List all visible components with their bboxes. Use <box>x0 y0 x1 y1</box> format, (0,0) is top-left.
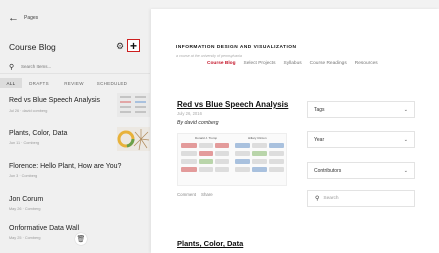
filter-tabs: ALL DRAFTS REVIEW SCHEDULED <box>0 78 150 88</box>
nav-select-projects[interactable]: Select Projects <box>244 61 276 66</box>
pages-sidebar: ← Pages Course Blog ⚙ + ⚲ ALL DRAFTS REV… <box>0 0 150 253</box>
tab-review[interactable]: REVIEW <box>56 78 92 88</box>
article-title[interactable]: Red vs Blue Speech Analysis <box>177 100 288 109</box>
nav-syllabus[interactable]: Syllabus <box>284 61 302 66</box>
nav-resources[interactable]: Resources <box>355 61 378 66</box>
post-title: Jon Corum <box>9 196 44 203</box>
tab-drafts[interactable]: DRAFTS <box>22 78 56 88</box>
post-thumbnail <box>117 93 150 117</box>
nav-course-blog[interactable]: Course Blog <box>207 61 236 66</box>
pages-back-link[interactable]: ← Pages <box>8 12 38 24</box>
article-byline: By david comberg <box>177 120 219 126</box>
search-bar: ⚲ <box>0 60 150 74</box>
add-post-button[interactable]: + <box>127 39 140 52</box>
post-thumbnail <box>117 127 150 151</box>
site-preview: INFORMATION DESIGN AND VISUALIZATION a c… <box>151 9 439 253</box>
search-input[interactable] <box>21 64 141 69</box>
pages-label[interactable]: Pages <box>24 15 38 21</box>
share-link[interactable]: Share <box>201 192 213 197</box>
image-left-label: Donald J. Trump <box>195 136 218 140</box>
comment-link[interactable]: Comment <box>177 192 196 197</box>
post-meta: May 26 · Comberg <box>9 207 41 211</box>
contributors-select[interactable]: Contributors ⌄ <box>307 162 415 179</box>
search-icon: ⚲ <box>315 196 320 202</box>
year-select-label: Year <box>314 136 325 143</box>
post-meta: Jun 11 · Comberg <box>9 141 40 145</box>
post-meta: May 25 · Comberg <box>9 236 41 240</box>
preview-search-placeholder: Search <box>323 196 339 201</box>
site-title: INFORMATION DESIGN AND VISUALIZATION <box>176 45 297 50</box>
plus-icon: + <box>129 38 137 53</box>
search-icon: ⚲ <box>9 63 15 71</box>
site-nav: Course Blog Select Projects Syllabus Cou… <box>207 61 378 66</box>
post-title: Red vs Blue Speech Analysis <box>9 97 101 104</box>
chevron-down-icon: ⌄ <box>403 167 408 174</box>
tags-select-label: Tags <box>314 106 325 113</box>
site-subtitle: a course at the university of pennsylvan… <box>176 54 242 58</box>
preview-search-field[interactable]: ⚲ Search <box>307 190 415 207</box>
blog-title: Course Blog <box>9 42 56 52</box>
post-meta: Jul 26 · david comberg <box>9 109 48 113</box>
image-right-label: Hillary Clinton <box>248 136 267 140</box>
tags-select[interactable]: Tags ⌄ <box>307 101 415 118</box>
article-actions: Comment Share <box>177 192 213 197</box>
trash-icon[interactable]: 🗑 <box>75 233 87 245</box>
contributors-select-label: Contributors <box>314 167 342 174</box>
post-title: Plants, Color, Data <box>9 130 68 137</box>
chevron-down-icon: ⌄ <box>403 136 408 143</box>
article-date: July 26, 2016 <box>177 111 202 116</box>
article-image[interactable]: Donald J. Trump Hillary Clinton <box>177 133 287 186</box>
nav-course-readings[interactable]: Course Readings <box>310 61 347 66</box>
arrow-left-icon[interactable]: ← <box>8 13 19 24</box>
tab-all[interactable]: ALL <box>0 78 22 88</box>
post-meta: Jun 3 · Comberg <box>9 174 38 178</box>
tab-scheduled[interactable]: SCHEDULED <box>92 78 132 88</box>
chevron-down-icon: ⌄ <box>403 106 408 113</box>
gear-icon[interactable]: ⚙ <box>116 41 124 51</box>
next-article-title[interactable]: Plants, Color, Data <box>177 239 243 248</box>
post-title: Florence: Hello Plant, How are You? <box>9 163 122 170</box>
post-title: Onformative Data Wall <box>9 225 80 232</box>
year-select[interactable]: Year ⌄ <box>307 131 415 148</box>
